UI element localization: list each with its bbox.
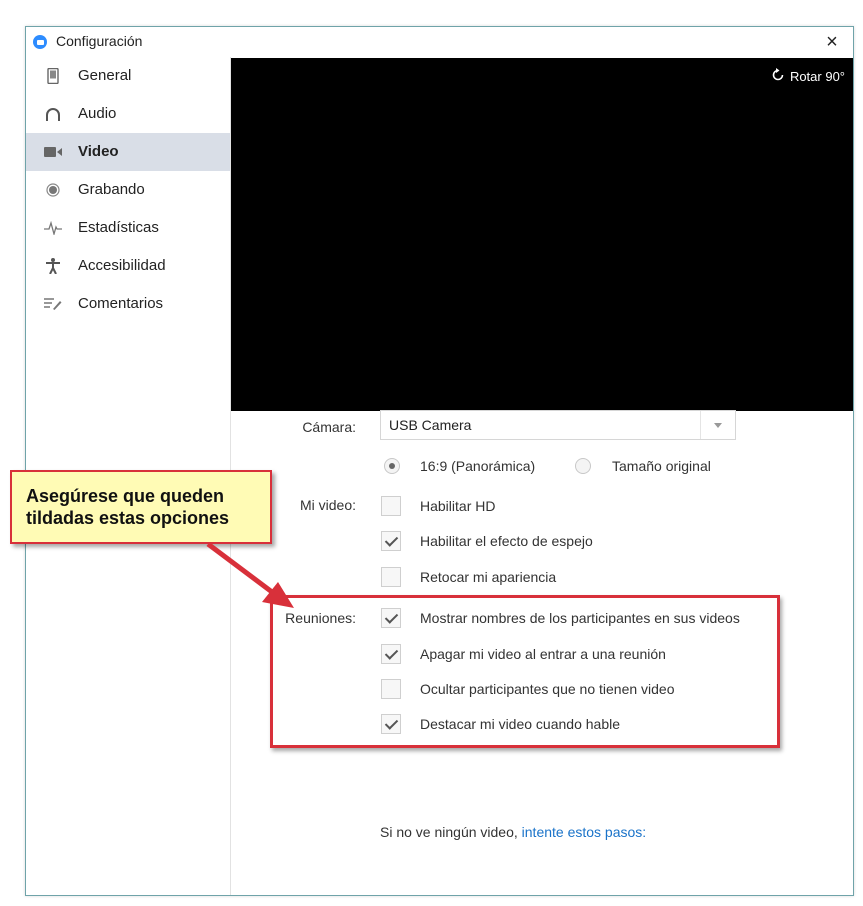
- callout-line-2: tildadas estas opciones: [26, 508, 230, 528]
- accessibility-icon: [44, 258, 62, 274]
- troubleshoot-link[interactable]: intente estos pasos:: [522, 824, 647, 840]
- no-video-help: Si no ve ningún video, intente estos pas…: [380, 824, 646, 840]
- no-video-help-text: Si no ve ningún video,: [380, 824, 518, 840]
- title-bar: Configuración ×: [26, 27, 853, 57]
- feedback-icon: [44, 296, 62, 312]
- close-button[interactable]: ×: [819, 29, 845, 55]
- video-camera-icon: [44, 144, 62, 160]
- camera-select-value: USB Camera: [389, 417, 472, 433]
- mirror-effect-checkbox[interactable]: [381, 531, 401, 551]
- window-title: Configuración: [56, 33, 143, 49]
- sidebar-item-label: Comentarios: [78, 295, 164, 312]
- rotate-label: Rotar 90°: [789, 69, 845, 84]
- camera-label: Cámara:: [302, 419, 356, 435]
- sidebar-item-label: Video: [78, 143, 119, 160]
- record-icon: [44, 182, 62, 198]
- callout-arrow-icon: [206, 542, 294, 608]
- zoom-app-icon: [33, 35, 47, 49]
- sidebar-item-grabando[interactable]: Grabando: [26, 171, 230, 209]
- enable-hd-checkbox[interactable]: [381, 496, 401, 516]
- sidebar-item-audio[interactable]: Audio: [26, 95, 230, 133]
- rotate-button[interactable]: Rotar 90°: [771, 68, 845, 85]
- aspect-original-label: Tamaño original: [612, 458, 711, 474]
- sidebar-item-general[interactable]: General: [26, 57, 230, 95]
- sidebar-item-label: Accesibilidad: [78, 257, 166, 274]
- rotate-icon: [771, 68, 785, 85]
- sidebar-item-label: Estadísticas: [78, 219, 159, 236]
- touch-up-label: Retocar mi apariencia: [420, 569, 557, 585]
- pulse-icon: [44, 220, 62, 236]
- headphones-icon: [44, 106, 62, 122]
- aspect-original-radio[interactable]: [575, 458, 591, 474]
- camera-select[interactable]: USB Camera: [380, 410, 736, 440]
- touch-up-checkbox[interactable]: [381, 567, 401, 587]
- sidebar-item-estadisticas[interactable]: Estadísticas: [26, 209, 230, 247]
- chevron-down-icon: [700, 411, 735, 439]
- sidebar-item-label: Audio: [78, 105, 117, 122]
- sidebar-item-accesibilidad[interactable]: Accesibilidad: [26, 247, 230, 285]
- enable-hd-label: Habilitar HD: [420, 498, 496, 514]
- sidebar-item-video[interactable]: Video: [26, 133, 230, 171]
- sidebar-item-label: General: [78, 67, 132, 84]
- sidebar-item-comentarios[interactable]: Comentarios: [26, 285, 230, 323]
- callout-note: Asegúrese que queden tildadas estas opci…: [10, 470, 272, 544]
- sidebar-item-label: Grabando: [78, 181, 145, 198]
- aspect-16-9-label: 16:9 (Panorámica): [420, 458, 536, 474]
- my-video-label: Mi video:: [299, 497, 356, 513]
- aspect-16-9-radio[interactable]: [384, 458, 400, 474]
- phone-icon: [44, 68, 62, 84]
- video-preview: Rotar 90°: [231, 58, 853, 411]
- mirror-effect-label: Habilitar el efecto de espejo: [420, 533, 593, 549]
- callout-line-1: Asegúrese que queden: [26, 486, 225, 506]
- highlight-box: [270, 595, 780, 748]
